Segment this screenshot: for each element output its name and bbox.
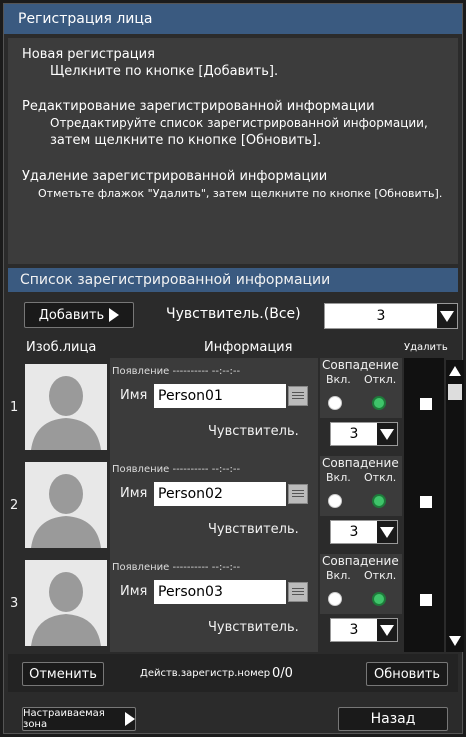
match-title: Совпадение xyxy=(322,358,399,372)
match-off-radio[interactable] xyxy=(372,592,386,606)
match-off-label: Откл. xyxy=(364,569,397,582)
instructions-edit-line2: затем щелкните по кнопке [Обновить]. xyxy=(50,133,322,148)
instructions-new-line: Щелкните по кнопке [Добавить]. xyxy=(50,64,279,79)
custom-zone-button-label: Настраиваемая зона xyxy=(23,708,105,730)
match-on-radio[interactable] xyxy=(328,494,342,508)
name-label: Имя xyxy=(120,388,148,403)
name-label: Имя xyxy=(120,486,148,501)
appearance-text: Появление ---------- --:--:-- xyxy=(112,562,241,573)
row-number: 1 xyxy=(10,400,19,415)
column-delete: Удалить xyxy=(404,342,448,353)
dropdown-arrow-icon xyxy=(377,423,397,445)
match-on-radio[interactable] xyxy=(328,592,342,606)
instructions-edit-line1: Отредактируйте список зарегистрированной… xyxy=(50,116,428,130)
update-button[interactable]: Обновить xyxy=(366,662,448,686)
sensitivity-all-label: Чувствитель.(Все) xyxy=(166,306,301,322)
keyboard-icon[interactable] xyxy=(288,386,308,406)
back-button[interactable]: Назад xyxy=(338,707,448,731)
table-row: 1 Появление ---------- --:--:-- Имя Pers… xyxy=(8,358,444,456)
cancel-button-label: Отменить xyxy=(29,666,97,682)
face-photo xyxy=(25,364,107,450)
match-on-radio[interactable] xyxy=(328,396,342,410)
person-silhouette-icon xyxy=(25,364,107,450)
delete-checkbox[interactable] xyxy=(420,594,432,606)
add-button[interactable]: Добавить xyxy=(24,302,134,328)
keyboard-icon[interactable] xyxy=(288,582,308,602)
instructions-edit: Редактирование зарегистрированной информ… xyxy=(22,98,428,149)
dropdown-arrow-icon xyxy=(377,521,397,543)
match-on-label: Вкл. xyxy=(326,569,351,582)
column-photo: Изоб.лица xyxy=(26,340,97,355)
scroll-thumb[interactable] xyxy=(448,384,462,400)
chevron-right-icon xyxy=(109,308,120,322)
scroll-down-icon[interactable] xyxy=(449,636,461,646)
match-off-label: Откл. xyxy=(364,471,397,484)
sensitivity-value: 3 xyxy=(349,622,359,638)
sensitivity-value: 3 xyxy=(349,524,359,540)
person-silhouette-icon xyxy=(25,560,107,646)
match-on-label: Вкл. xyxy=(326,373,351,386)
custom-zone-button[interactable]: Настраиваемая зона xyxy=(22,707,136,731)
add-button-label: Добавить xyxy=(38,307,105,323)
list-scrollbar[interactable] xyxy=(446,360,464,652)
match-title: Совпадение xyxy=(322,456,399,470)
sensitivity-label: Чувствитель. xyxy=(208,620,299,635)
instructions-panel: Новая регистрация Щелкните по кнопке [До… xyxy=(8,38,458,264)
face-photo xyxy=(25,560,107,646)
instructions-delete-title: Удаление зарегистрированной информации xyxy=(22,169,328,184)
table-row: 3 Появление ---------- --:--:-- Имя Pers… xyxy=(8,554,444,652)
sensitivity-select[interactable]: 3 xyxy=(330,520,398,544)
face-photo xyxy=(25,462,107,548)
row-number: 3 xyxy=(10,596,19,611)
name-field[interactable]: Person02 xyxy=(154,482,286,506)
chevron-right-icon xyxy=(125,712,135,726)
match-off-radio[interactable] xyxy=(372,396,386,410)
sensitivity-label: Чувствитель. xyxy=(208,522,299,537)
sensitivity-select[interactable]: 3 xyxy=(330,618,398,642)
instructions-delete: Удаление зарегистрированной информации О… xyxy=(22,168,442,202)
delete-checkbox[interactable] xyxy=(420,496,432,508)
appearance-text: Появление ---------- --:--:-- xyxy=(112,366,241,377)
scroll-up-icon[interactable] xyxy=(449,366,461,376)
registered-count-label: Действ.зарегистр.номер xyxy=(140,668,271,679)
sensitivity-label: Чувствитель. xyxy=(208,424,299,439)
match-title: Совпадение xyxy=(322,554,399,568)
table-row: 2 Появление ---------- --:--:-- Имя Pers… xyxy=(8,456,444,554)
registered-count-value: 0/0 xyxy=(272,666,293,681)
person-silhouette-icon xyxy=(25,462,107,548)
keyboard-icon[interactable] xyxy=(288,484,308,504)
name-field[interactable]: Person01 xyxy=(154,384,286,408)
window-title: Регистрация лица xyxy=(4,4,462,34)
sensitivity-all-value: 3 xyxy=(376,308,386,324)
list-title: Список зарегистрированной информации xyxy=(8,268,458,292)
match-off-label: Откл. xyxy=(364,373,397,386)
sensitivity-value: 3 xyxy=(349,426,359,442)
name-field[interactable]: Person03 xyxy=(154,580,286,604)
row-number: 2 xyxy=(10,498,19,513)
sensitivity-all-select[interactable]: 3 xyxy=(324,303,458,329)
instructions-edit-title: Редактирование зарегистрированной информ… xyxy=(22,99,375,114)
back-button-label: Назад xyxy=(370,711,416,727)
dropdown-arrow-icon xyxy=(437,304,457,328)
instructions-delete-line: Отметьте флажок "Удалить", затем щелкнит… xyxy=(38,187,443,200)
name-label: Имя xyxy=(120,584,148,599)
cancel-button[interactable]: Отменить xyxy=(22,662,104,686)
dropdown-arrow-icon xyxy=(377,619,397,641)
instructions-new-title: Новая регистрация xyxy=(22,47,155,62)
sensitivity-select[interactable]: 3 xyxy=(330,422,398,446)
instructions-new: Новая регистрация Щелкните по кнопке [До… xyxy=(22,46,278,80)
delete-checkbox[interactable] xyxy=(420,398,432,410)
column-info: Информация xyxy=(204,340,293,355)
appearance-text: Появление ---------- --:--:-- xyxy=(112,464,241,475)
update-button-label: Обновить xyxy=(373,666,441,682)
match-off-radio[interactable] xyxy=(372,494,386,508)
match-on-label: Вкл. xyxy=(326,471,351,484)
